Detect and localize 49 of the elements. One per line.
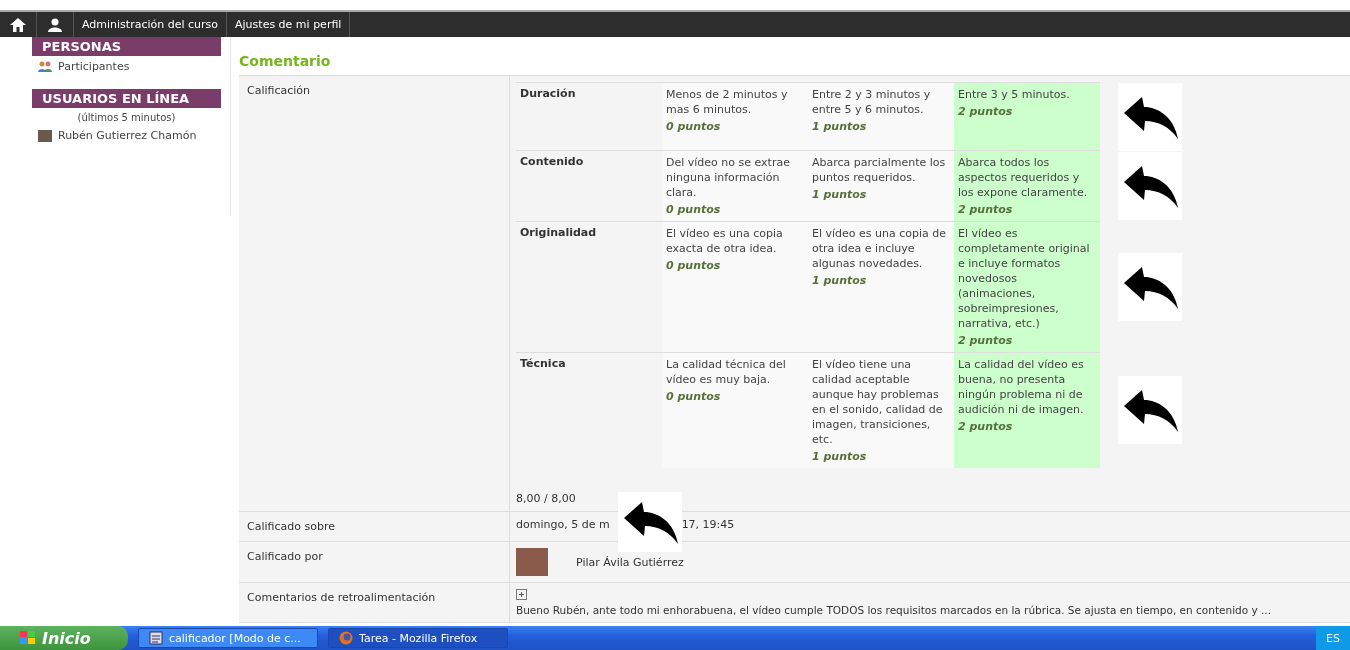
- globe-icon: [339, 631, 353, 645]
- rubric-level-cell[interactable]: La calidad técnica del vídeo es muy baja. 0 puntos: [662, 352, 808, 468]
- rubric-level-cell[interactable]: El vídeo es una copia de otra idea e incluye algunas novedades. 1 puntos: [808, 221, 954, 353]
- criterion-name: Duración: [516, 82, 662, 151]
- expand-icon[interactable]: [516, 589, 527, 600]
- rubric-level-cell[interactable]: Entre 3 y 5 minutos. 2 puntos: [954, 82, 1100, 151]
- taskbar-button[interactable]: Tarea - Mozilla Firefox: [328, 628, 508, 648]
- rubric-level-cell[interactable]: La calidad del vídeo es buena, no presenta ningún problema ni de audición ni de imagen. 2 puntos: [954, 352, 1100, 468]
- row-label: Calificado sobre: [239, 512, 510, 542]
- grader-name: Pilar Ávila Gutiérrez: [576, 555, 684, 569]
- sidebar-link[interactable]: Participantes: [32, 56, 221, 77]
- rubric-level-cell[interactable]: El vídeo es una copia exacta de otra idea. 0 puntos: [662, 221, 808, 353]
- curved-arrow-icon: [1124, 166, 1178, 208]
- curved-arrow-icon: [624, 502, 678, 544]
- section-heading: Comentario: [239, 53, 332, 69]
- criterion-name: Originalidad: [516, 221, 662, 353]
- rubric-level-cell[interactable]: El vídeo es completamente original e incluye formatos novedosos (animaciones, sobreimpresiones, narrativa, etc.) 2 puntos: [954, 221, 1100, 353]
- row-label: Comentarios de retroalimentación: [239, 583, 510, 623]
- avatar-placeholder: [38, 129, 52, 142]
- rubric-level-cell[interactable]: Menos de 2 minutos y mas 6 minutos. 0 puntos: [662, 82, 808, 151]
- rubric-level-cell[interactable]: Abarca todos los aspectos requeridos y los expone claramente. 2 puntos: [954, 150, 1100, 222]
- windows-flag-icon: [20, 631, 36, 645]
- date-text: 17, 19:45: [681, 518, 735, 533]
- criterion-name: Contenido: [516, 150, 662, 222]
- rubric-level-cell[interactable]: Abarca parcialmente los puntos requeridos. 1 puntos: [808, 150, 954, 222]
- link-text: Participantes: [58, 60, 130, 73]
- link-text: Rubén Gutierrez Chamón: [58, 129, 197, 142]
- home-icon[interactable]: [10, 17, 26, 32]
- document-icon: [149, 631, 163, 645]
- row-label: Calificado por: [239, 542, 510, 583]
- block-title: PERSONAS: [32, 37, 221, 56]
- criterion-name: Técnica: [516, 352, 662, 468]
- rubric-level-cell[interactable]: Del vídeo no se extrae ninguna información clara. 0 puntos: [662, 150, 808, 222]
- avatar-placeholder: [516, 548, 548, 576]
- user-icon[interactable]: [48, 17, 62, 32]
- people-icon: [38, 60, 52, 73]
- curved-arrow-icon: [1124, 390, 1178, 433]
- feedback-text: Bueno Rubén, ante todo mi enhorabuena, el vídeo cumple TODOS los requisitos marcados en la rúbrica. Se ajusta en tiempo, en contenido y ...: [516, 604, 1273, 616]
- curved-arrow-icon: [1124, 96, 1178, 139]
- curved-arrow-icon: [1124, 267, 1178, 309]
- block-note: (últimos 5 minutos): [76, 111, 177, 125]
- block-title: USUARIOS EN LÍNEA: [32, 89, 221, 108]
- sidebar-link[interactable]: Rubén Gutierrez Chamón: [32, 125, 221, 146]
- rubric-level-cell[interactable]: Entre 2 y 3 minutos y entre 5 y 6 minutos. 1 puntos: [808, 82, 954, 151]
- row-label: Calificación: [239, 76, 510, 512]
- date-text: domingo, 5 de m: [516, 518, 610, 533]
- nav-link[interactable]: Ajustes de mi perfil: [227, 12, 351, 37]
- rubric-level-cell[interactable]: El vídeo tiene una calidad aceptable aunque hay problemas en el sonido, calidad de imagen, transiciones, etc. 1 puntos: [808, 352, 954, 468]
- grade-total: 8,00 / 8,00: [516, 492, 577, 505]
